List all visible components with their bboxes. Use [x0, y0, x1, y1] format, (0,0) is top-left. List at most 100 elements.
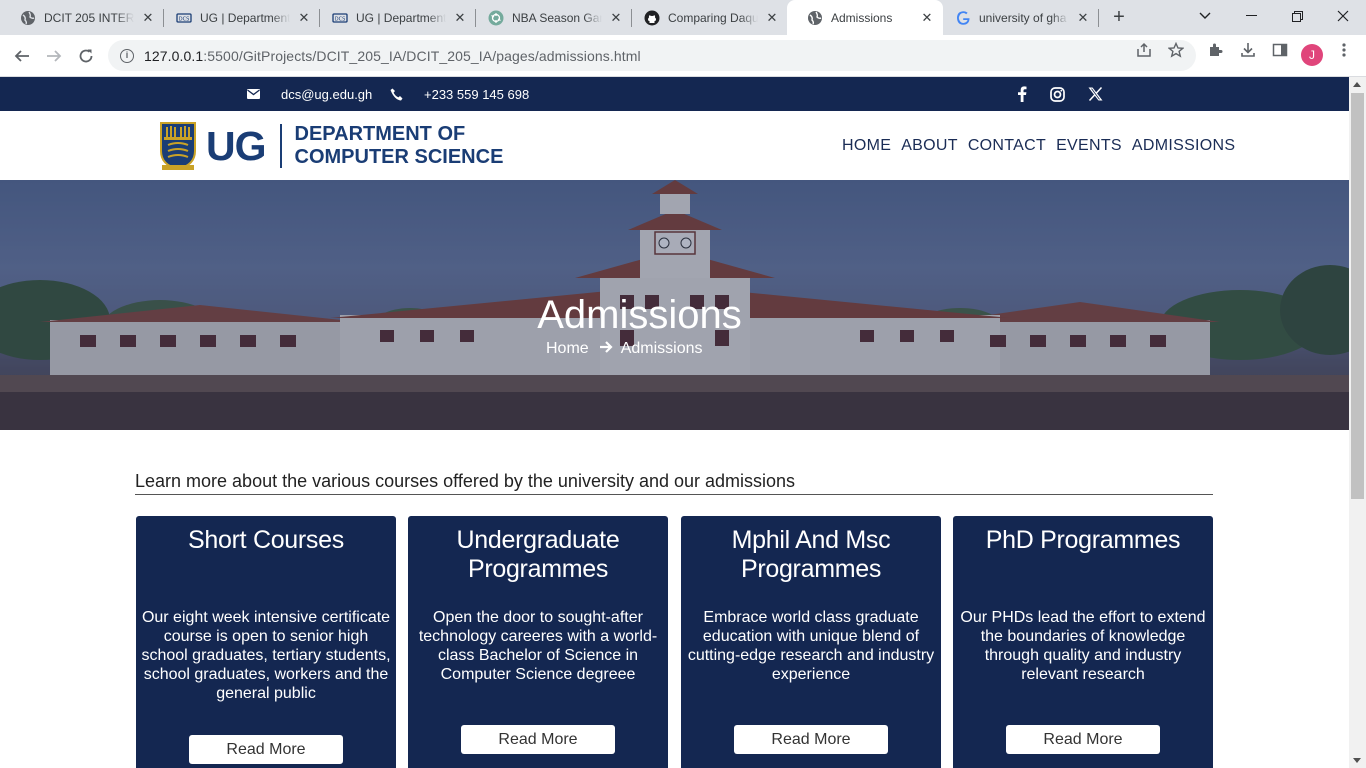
- github-icon: [644, 10, 660, 26]
- course-card-phd: PhD Programmes Our PHDs lead the effort …: [953, 516, 1213, 768]
- browser-tab[interactable]: NBA Season Game ✕: [468, 0, 632, 35]
- web-page: dcs@ug.edu.gh +233 559 145 698 UG DEPART…: [0, 77, 1349, 768]
- svg-text:DCS: DCS: [335, 16, 346, 22]
- browser-toolbar: i 127.0.0.1:5500/GitProjects/DCIT_205_IA…: [0, 35, 1366, 77]
- chatgpt-icon: [488, 10, 504, 26]
- site-icon: DCS: [176, 10, 192, 26]
- read-more-button[interactable]: Read More: [734, 725, 888, 754]
- extensions-icon[interactable]: [1207, 42, 1225, 60]
- browser-tab[interactable]: DCIT 205 INTERIM ✕: [0, 0, 164, 35]
- close-icon[interactable]: ✕: [919, 10, 935, 26]
- site-info-icon[interactable]: i: [120, 48, 134, 63]
- course-card-mphil-msc: Mphil And Msc Programmes Embrace world c…: [681, 516, 941, 768]
- phone-icon: [390, 88, 403, 101]
- read-more-button[interactable]: Read More: [461, 725, 615, 754]
- browser-tab-strip: DCIT 205 INTERIM ✕ DCS UG | Department ✕…: [0, 0, 1366, 35]
- globe-icon: [20, 10, 36, 26]
- read-more-button[interactable]: Read More: [189, 735, 343, 764]
- tab-title: UG | Department: [200, 10, 290, 25]
- browser-tab[interactable]: university of gha ✕: [935, 0, 1099, 35]
- nav-home[interactable]: HOME: [842, 137, 891, 155]
- scroll-up-arrow-icon[interactable]: [1353, 82, 1361, 87]
- reload-button[interactable]: [72, 42, 100, 70]
- card-title: PhD Programmes: [985, 526, 1181, 554]
- phone-contact[interactable]: +233 559 145 698: [390, 77, 529, 111]
- breadcrumb-home[interactable]: Home: [546, 340, 589, 358]
- tab-title: NBA Season Game: [512, 10, 602, 25]
- contact-top-bar: dcs@ug.edu.gh +233 559 145 698: [0, 77, 1349, 111]
- back-button[interactable]: [8, 42, 36, 70]
- close-icon[interactable]: ✕: [608, 10, 624, 26]
- address-bar[interactable]: i 127.0.0.1:5500/GitProjects/DCIT_205_IA…: [108, 40, 1196, 71]
- tab-title: Admissions: [831, 10, 893, 25]
- nav-events[interactable]: EVENTS: [1056, 137, 1122, 155]
- breadcrumb: Home Admissions: [546, 340, 703, 358]
- card-title: Undergraduate Programmes: [456, 526, 620, 583]
- instagram-icon[interactable]: [1049, 86, 1065, 102]
- intro-heading: Learn more about the various courses off…: [135, 471, 1213, 495]
- card-description: Embrace world class graduate education w…: [687, 609, 935, 683]
- nav-admissions[interactable]: ADMISSIONS: [1132, 137, 1235, 155]
- main-navigation: HOME ABOUT CONTACT EVENTS ADMISSIONS: [842, 111, 1245, 180]
- scroll-down-arrow-icon[interactable]: [1353, 758, 1361, 763]
- close-window-button[interactable]: [1320, 0, 1366, 32]
- close-icon[interactable]: ✕: [296, 10, 312, 26]
- breadcrumb-current: Admissions: [620, 340, 703, 357]
- course-card-short-courses: Short Courses Our eight week intensive c…: [136, 516, 396, 768]
- x-twitter-icon[interactable]: [1087, 86, 1103, 102]
- card-title: Mphil And Msc Programmes: [731, 526, 891, 583]
- logo-divider: [279, 124, 282, 168]
- close-icon[interactable]: ✕: [1075, 10, 1091, 26]
- card-description: Our PHDs lead the effort to extend the b…: [960, 609, 1206, 683]
- forward-button[interactable]: [40, 42, 68, 70]
- card-title: Short Courses: [188, 526, 344, 554]
- site-logo[interactable]: UG DEPARTMENT OF COMPUTER SCIENCE: [158, 121, 503, 171]
- browser-tab[interactable]: DCS UG | Department ✕: [312, 0, 476, 35]
- share-icon[interactable]: [1135, 42, 1153, 60]
- read-more-button[interactable]: Read More: [1006, 725, 1160, 754]
- tab-title: Comparing Daqu: [668, 10, 758, 25]
- arrow-right-icon: [599, 340, 613, 358]
- course-card-undergraduate: Undergraduate Programmes Open the door t…: [408, 516, 668, 768]
- hero-title: Admissions: [537, 293, 742, 337]
- logo-short-text: UG: [206, 122, 266, 169]
- browser-tab[interactable]: Comparing Daqu ✕: [624, 0, 788, 35]
- close-icon[interactable]: ✕: [764, 10, 780, 26]
- bookmark-star-icon[interactable]: [1167, 41, 1185, 60]
- minimize-button[interactable]: [1228, 0, 1274, 32]
- close-icon[interactable]: ✕: [452, 10, 468, 26]
- url-text: 127.0.0.1:5500/GitProjects/DCIT_205_IA/D…: [144, 47, 641, 64]
- email-text: dcs@ug.edu.gh: [281, 86, 373, 102]
- profile-avatar[interactable]: J: [1301, 44, 1323, 66]
- facebook-icon[interactable]: [1014, 86, 1030, 102]
- logo-department-text: DEPARTMENT OF COMPUTER SCIENCE: [294, 123, 504, 168]
- tab-title: UG | Department: [356, 10, 446, 25]
- envelope-icon: [247, 89, 260, 99]
- svg-text:DCS: DCS: [179, 16, 190, 22]
- ug-crest-logo: [158, 121, 198, 171]
- nav-about[interactable]: ABOUT: [901, 137, 958, 155]
- phone-text: +233 559 145 698: [424, 86, 530, 102]
- tab-title: DCIT 205 INTERIM: [44, 10, 134, 25]
- scrollbar-thumb[interactable]: [1351, 93, 1364, 499]
- new-tab-button[interactable]: +: [1108, 6, 1130, 28]
- tab-search-button[interactable]: [1182, 0, 1228, 32]
- hero-banner: Admissions Home Admissions: [0, 180, 1349, 430]
- email-contact[interactable]: dcs@ug.edu.gh: [247, 77, 372, 111]
- browser-tab-active[interactable]: Admissions ✕: [787, 0, 943, 35]
- nav-contact[interactable]: CONTACT: [968, 137, 1046, 155]
- google-icon: [955, 10, 971, 26]
- close-icon[interactable]: ✕: [140, 10, 156, 26]
- page-scrollbar[interactable]: [1349, 77, 1366, 768]
- browser-tab[interactable]: DCS UG | Department ✕: [156, 0, 320, 35]
- card-description: Open the door to sought-after technology…: [418, 609, 658, 683]
- tab-divider: [1098, 9, 1099, 27]
- card-description: Our eight week intensive certificate cou…: [141, 609, 391, 702]
- download-icon[interactable]: [1239, 42, 1257, 60]
- site-header: UG DEPARTMENT OF COMPUTER SCIENCE HOME A…: [0, 111, 1349, 180]
- menu-kebab-icon[interactable]: [1335, 42, 1353, 60]
- globe-icon: [807, 10, 823, 26]
- restore-button[interactable]: [1274, 0, 1320, 32]
- side-panel-icon[interactable]: [1271, 42, 1289, 60]
- tab-title: university of gha: [979, 10, 1067, 25]
